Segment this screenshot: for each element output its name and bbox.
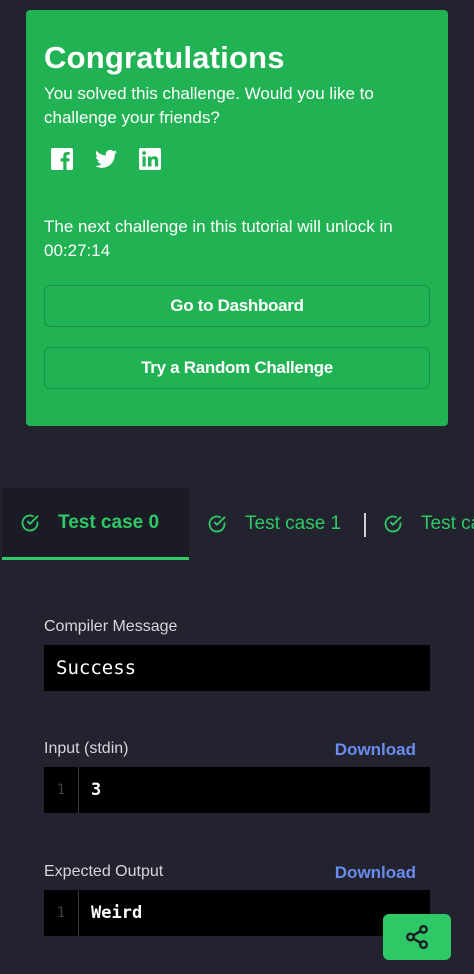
compiler-message-label: Compiler Message xyxy=(44,618,178,635)
unlock-timer-text: The next challenge in this tutorial will… xyxy=(44,217,393,260)
try-random-challenge-button[interactable]: Try a Random Challenge xyxy=(44,347,430,389)
input-value: 3 xyxy=(91,780,102,800)
input-stdin-label: Input (stdin) xyxy=(44,740,129,757)
input-code-box: 1 3 xyxy=(44,767,430,813)
check-circle-icon xyxy=(208,515,226,533)
go-to-dashboard-button[interactable]: Go to Dashboard xyxy=(44,285,430,327)
congratulations-card: Congratulations You solved this challeng… xyxy=(26,10,448,426)
line-number: 1 xyxy=(44,767,79,813)
share-button[interactable] xyxy=(383,914,451,960)
expected-output-box: 1 Weird xyxy=(44,890,430,936)
input-download-link[interactable]: Download xyxy=(335,740,416,760)
twitter-icon[interactable] xyxy=(94,147,118,171)
congrats-title: Congratulations xyxy=(44,40,285,75)
social-share-row xyxy=(50,147,162,171)
compiler-message-value: Success xyxy=(56,657,137,679)
linkedin-icon[interactable] xyxy=(138,147,162,171)
share-icon xyxy=(406,924,428,950)
tab-test-case-1[interactable]: Test case 1 xyxy=(207,488,341,560)
tab-divider xyxy=(364,513,366,537)
tab-label: Test case 0 xyxy=(58,511,160,533)
facebook-icon[interactable] xyxy=(50,147,74,171)
compiler-message-box: Success xyxy=(44,645,430,691)
check-circle-icon xyxy=(21,514,39,531)
expected-output-value: Weird xyxy=(91,903,143,923)
tab-label: Test case 1 xyxy=(245,513,342,534)
expected-download-link[interactable]: Download xyxy=(335,863,416,883)
tab-test-case-2[interactable]: Test ca xyxy=(383,488,474,560)
tab-test-case-0[interactable]: Test case 0 xyxy=(2,488,189,560)
check-circle-icon xyxy=(384,515,402,533)
congrats-subtitle: You solved this challenge. Would you lik… xyxy=(44,84,374,127)
tab-label: Test ca xyxy=(421,513,474,534)
line-number: 1 xyxy=(44,890,79,936)
expected-output-label: Expected Output xyxy=(44,863,164,880)
test-case-tabs: Test case 0 Test case 1 Test ca xyxy=(0,488,474,560)
